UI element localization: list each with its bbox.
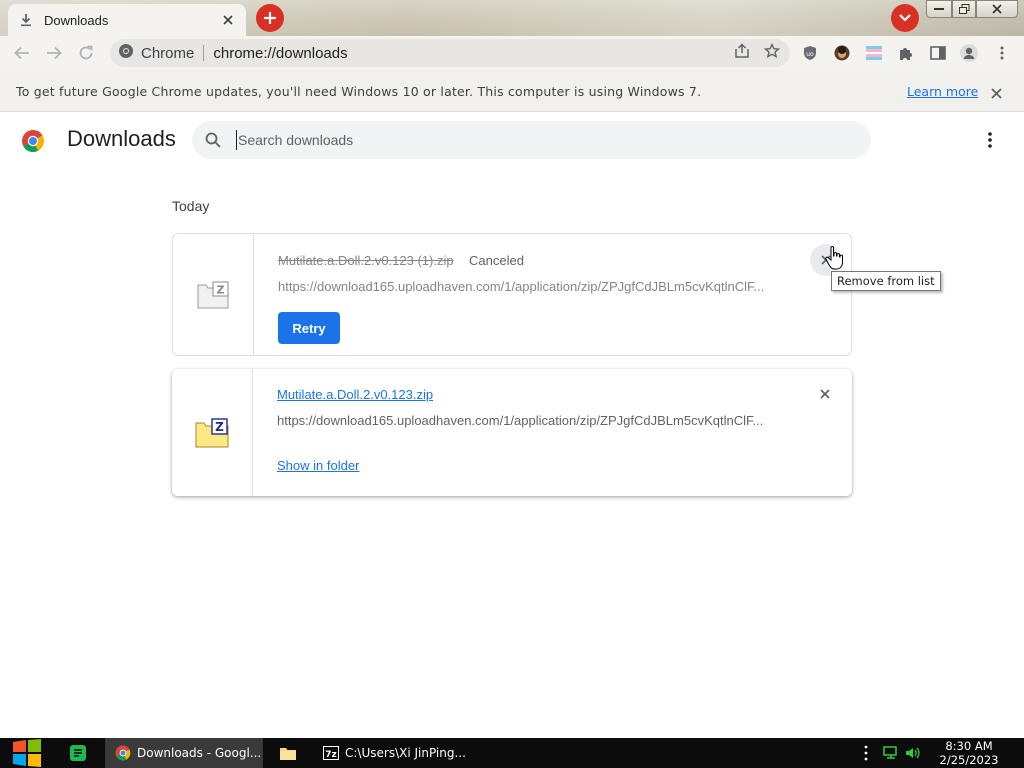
forward-button[interactable] (44, 43, 64, 63)
back-arrow-icon (14, 46, 29, 60)
update-infobar: To get future Google Chrome updates, you… (0, 70, 1024, 112)
chrome-site-icon (118, 43, 134, 63)
minimize-button[interactable] (926, 0, 952, 18)
zip-file-icon: Z (197, 281, 229, 308)
taskbar-item-7zip[interactable]: 7z C:\Users\Xi JinPing... (315, 738, 475, 768)
address-bar[interactable]: Chrome chrome://downloads (110, 39, 790, 67)
download-source-url[interactable]: https://download165.uploadhaven.com/1/ap… (277, 413, 763, 428)
start-button[interactable] (9, 738, 45, 768)
download-source-url[interactable]: https://download165.uploadhaven.com/1/ap… (278, 279, 764, 294)
close-icon (820, 389, 830, 399)
site-label: Chrome (141, 44, 195, 62)
remove-from-list-button[interactable] (809, 378, 841, 410)
forward-arrow-icon (47, 46, 62, 60)
taskbar-clock[interactable]: 8:30 AM 2/25/2023 (933, 739, 1005, 767)
search-box[interactable] (192, 121, 871, 159)
tab-close-icon[interactable] (220, 12, 236, 28)
taskbar-item-chrome[interactable]: Downloads - Googl... (105, 738, 263, 768)
search-downloads-input[interactable] (236, 130, 836, 150)
network-icon[interactable] (883, 745, 899, 761)
page-title: Downloads (67, 126, 176, 151)
file-icon-column: Z (172, 369, 253, 496)
side-panel-icon[interactable] (929, 44, 947, 62)
svg-text:Z: Z (215, 420, 224, 434)
clock-time: 8:30 AM (945, 739, 993, 753)
file-icon-column: Z (173, 234, 254, 355)
share-icon[interactable] (734, 43, 750, 63)
search-icon (205, 132, 221, 148)
taskbar-label: Downloads - Googl... (137, 746, 262, 760)
download-status: Canceled (469, 253, 524, 268)
windows-logo-icon (13, 739, 41, 767)
restore-icon (958, 4, 969, 14)
window-controls (926, 0, 1018, 18)
remove-tooltip: Remove from list (831, 271, 941, 291)
chrome-taskbar-icon (115, 745, 131, 761)
svg-text:7z: 7z (325, 750, 337, 760)
download-item-complete: Z Mutilate.a.Doll.2.v0.123.zip https://d… (172, 369, 852, 496)
learn-more-link[interactable]: Learn more (907, 84, 978, 99)
back-button[interactable] (12, 43, 32, 63)
download-item-canceled: Z Mutilate.a.Doll.2.v0.123 (1).zip Cance… (172, 233, 852, 356)
date-section-label: Today (172, 198, 210, 214)
downloads-header: Downloads (0, 113, 1024, 167)
profile-avatar-icon[interactable] (960, 44, 978, 62)
tab-search-button[interactable] (891, 4, 919, 32)
ublock-extension-icon[interactable]: uo (801, 44, 819, 62)
zip-file-icon: Z (195, 417, 229, 447)
browser-toolbar: Chrome chrome://downloads uo (0, 36, 1024, 70)
tab-title: Downloads (44, 12, 109, 28)
minimize-icon (934, 8, 944, 10)
more-vert-icon (988, 132, 992, 148)
infobar-message: To get future Google Chrome updates, you… (16, 84, 702, 99)
profile-extension-icon[interactable] (833, 44, 851, 62)
chrome-menu-icon[interactable] (993, 44, 1011, 62)
windows-taskbar: Downloads - Googl... 7z C:\Users\Xi JinP… (0, 738, 1024, 768)
flag-extension-icon[interactable] (865, 44, 883, 62)
download-icon (18, 12, 34, 28)
close-icon (992, 4, 1002, 14)
messenger-app-icon (70, 745, 86, 761)
download-filename-link[interactable]: Mutilate.a.Doll.2.v0.123.zip (277, 387, 433, 402)
restore-button[interactable] (952, 0, 976, 18)
puzzle-extensions-icon[interactable] (897, 44, 915, 62)
svg-text:Z: Z (217, 283, 225, 296)
bookmark-star-icon[interactable] (763, 42, 781, 63)
plus-icon (264, 12, 276, 24)
tab-downloads[interactable]: Downloads (8, 4, 246, 36)
reload-button[interactable] (76, 43, 96, 63)
folder-icon (280, 748, 296, 760)
taskbar-label: C:\Users\Xi JinPing... (345, 746, 466, 760)
svg-text:uo: uo (806, 51, 814, 58)
new-tab-button[interactable] (256, 4, 284, 32)
chrome-logo-icon (22, 130, 44, 152)
download-filename: Mutilate.a.Doll.2.v0.123 (1).zip (278, 253, 454, 268)
page-menu-button[interactable] (980, 130, 1000, 150)
volume-icon[interactable] (905, 745, 921, 761)
taskbar-file-explorer[interactable] (280, 738, 300, 768)
taskbar-app-green[interactable] (70, 738, 92, 768)
show-in-folder-link[interactable]: Show in folder (277, 458, 359, 473)
tray-overflow-icon[interactable] (858, 745, 874, 761)
clock-date: 2/25/2023 (939, 753, 999, 767)
url-text[interactable]: chrome://downloads (213, 45, 347, 62)
reload-icon (79, 45, 93, 60)
infobar-close-icon[interactable] (991, 84, 1002, 103)
close-window-button[interactable] (976, 0, 1018, 18)
7zip-icon: 7z (323, 746, 339, 760)
retry-button[interactable]: Retry (278, 312, 340, 344)
chevron-down-icon (899, 14, 911, 22)
omnibox-divider (203, 45, 205, 61)
hand-cursor-icon (825, 246, 843, 270)
